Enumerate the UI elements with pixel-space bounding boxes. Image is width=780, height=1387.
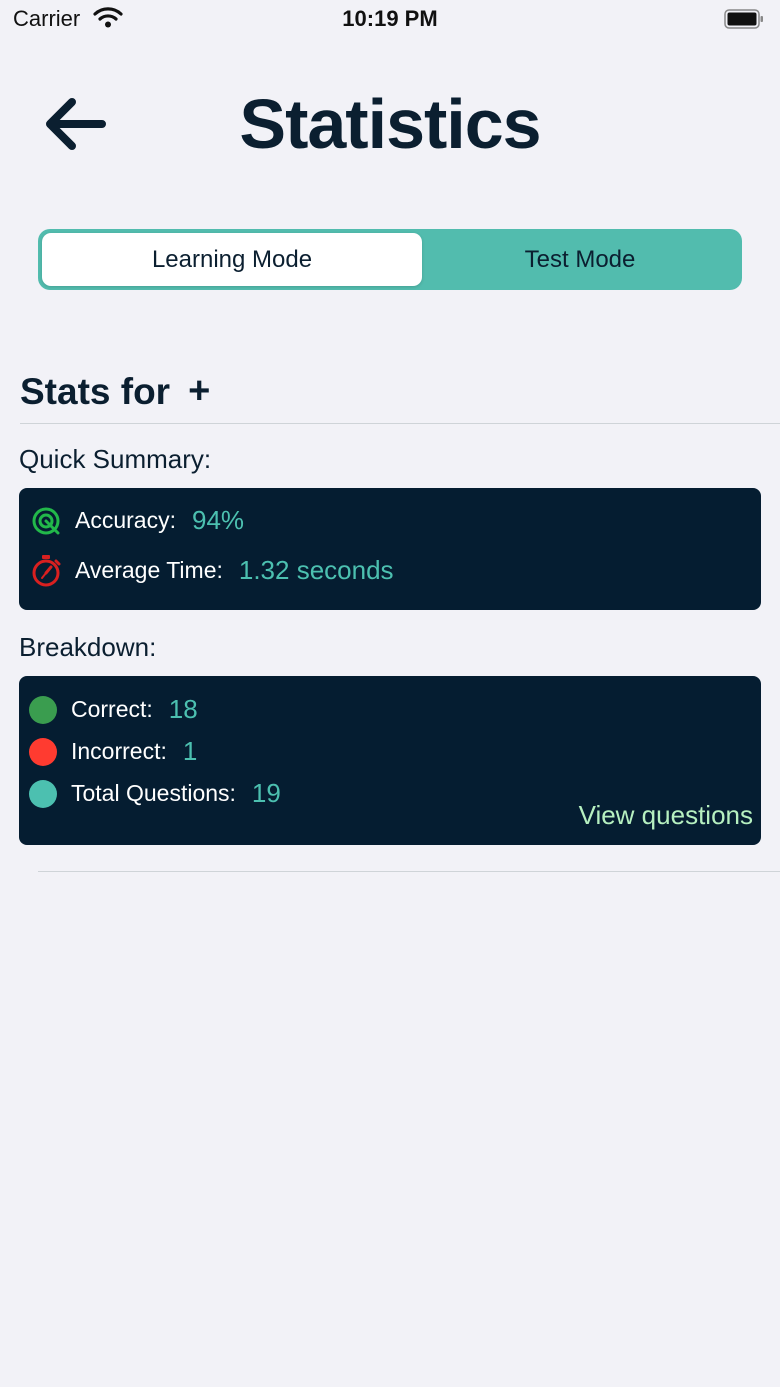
correct-value: 18 [168,694,198,724]
quick-summary-card: Accuracy: 94% Average Time: 1.32 seconds [19,488,761,610]
total-questions-label: Total Questions: [71,780,236,806]
incorrect-label: Incorrect: [71,738,167,764]
average-time-label: Average Time: [75,557,223,583]
breakdown-card: Correct: 18 Incorrect: 1 Total Questions… [19,676,761,845]
stopwatch-icon [31,554,61,586]
status-time: 10:19 PM [342,6,438,31]
page-title: Statistics [239,85,541,163]
breakdown-label: Breakdown: [19,632,157,662]
correct-row: Correct: 18 [29,694,198,725]
target-icon [31,506,61,536]
average-time-value: 1.32 seconds [238,555,394,585]
tab-learning-mode[interactable]: Learning Mode [42,233,422,286]
tab-test-mode[interactable]: Test Mode [422,233,738,286]
divider [38,871,780,872]
accuracy-label: Accuracy: [75,507,176,533]
total-dot-icon [29,779,57,808]
accuracy-row: Accuracy: 94% [31,505,244,536]
view-questions-link[interactable]: View questions [579,800,753,831]
correct-dot-icon [29,695,57,724]
stats-for-header: Stats for + [20,370,210,413]
quick-summary-label: Quick Summary: [19,444,212,474]
incorrect-row: Incorrect: 1 [29,736,197,767]
incorrect-dot-icon [29,737,57,766]
total-questions-row: Total Questions: 19 [29,778,281,809]
accuracy-value: 94% [191,505,245,535]
average-time-row: Average Time: 1.32 seconds [31,554,394,586]
stats-for-label: Stats for [20,370,171,412]
status-bar: Carrier 10:19 PM [0,0,780,40]
divider [20,423,780,424]
incorrect-value: 1 [182,736,198,766]
mode-segmented-control: Learning Mode Test Mode [38,229,742,290]
correct-label: Correct: [71,696,153,722]
add-button[interactable]: + [188,370,210,413]
total-questions-value: 19 [251,778,281,808]
battery-icon [724,9,764,29]
